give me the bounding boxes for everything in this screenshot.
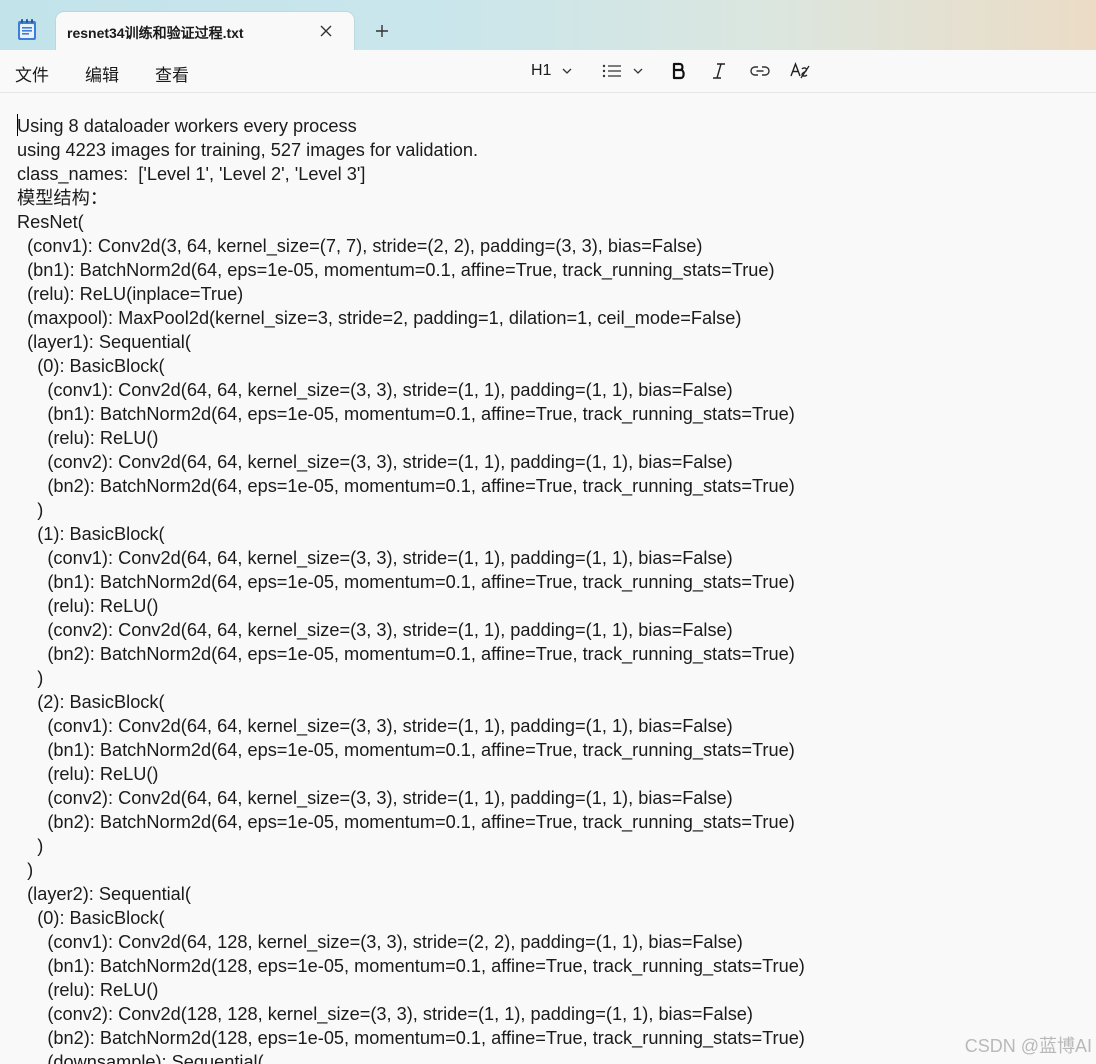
new-tab-button[interactable]	[373, 22, 391, 40]
text-line: (conv1): Conv2d(64, 64, kernel_size=(3, …	[17, 716, 733, 736]
text-line: (conv2): Conv2d(128, 128, kernel_size=(3…	[17, 1004, 753, 1024]
text-line: )	[17, 668, 44, 688]
plus-icon	[376, 25, 388, 37]
text-line: (0): BasicBlock(	[17, 356, 165, 376]
text-line: (bn2): BatchNorm2d(128, eps=1e-05, momen…	[17, 1028, 805, 1048]
text-line: (layer1): Sequential(	[17, 332, 191, 352]
menu-file[interactable]: 文件	[15, 61, 49, 86]
text-line: (relu): ReLU()	[17, 428, 159, 448]
close-icon[interactable]	[318, 23, 334, 39]
document-tab[interactable]: resnet34训练和验证过程.txt	[56, 12, 354, 50]
text-line: (conv2): Conv2d(64, 64, kernel_size=(3, …	[17, 788, 733, 808]
text-line: )	[17, 860, 34, 880]
text-line: (bn1): BatchNorm2d(64, eps=1e-05, moment…	[17, 260, 775, 280]
heading-label: H1	[531, 62, 552, 79]
chevron-down-icon	[633, 68, 643, 74]
clear-formatting-button[interactable]	[789, 60, 811, 82]
text-line: (conv2): Conv2d(64, 64, kernel_size=(3, …	[17, 452, 733, 472]
text-editor[interactable]: Using 8 dataloader workers every process…	[0, 93, 1096, 1064]
italic-button[interactable]	[711, 60, 727, 82]
bold-button[interactable]	[671, 60, 687, 82]
bold-icon	[672, 62, 685, 80]
menu-edit[interactable]: 编辑	[85, 61, 119, 86]
text-line: (relu): ReLU()	[17, 596, 159, 616]
text-line: 模型结构：	[17, 188, 108, 208]
text-line: (relu): ReLU()	[17, 764, 159, 784]
text-line: (conv1): Conv2d(64, 64, kernel_size=(3, …	[17, 380, 733, 400]
list-icon	[602, 64, 621, 78]
text-line: (bn1): BatchNorm2d(64, eps=1e-05, moment…	[17, 404, 795, 424]
text-line: (conv2): Conv2d(64, 64, kernel_size=(3, …	[17, 620, 733, 640]
title-bar: resnet34训练和验证过程.txt	[0, 0, 1096, 50]
clear-formatting-icon	[790, 62, 810, 79]
link-button[interactable]	[750, 60, 770, 82]
text-line: (bn2): BatchNorm2d(64, eps=1e-05, moment…	[17, 644, 795, 664]
menu-bar: 文件 编辑 查看 H1	[0, 50, 1096, 93]
text-line: (bn2): BatchNorm2d(64, eps=1e-05, moment…	[17, 812, 795, 832]
text-line: (bn1): BatchNorm2d(128, eps=1e-05, momen…	[17, 956, 805, 976]
text-line: (conv1): Conv2d(64, 64, kernel_size=(3, …	[17, 548, 733, 568]
text-line: (2): BasicBlock(	[17, 692, 165, 712]
text-line: (0): BasicBlock(	[17, 908, 165, 928]
text-line: (relu): ReLU(inplace=True)	[17, 284, 244, 304]
text-line: (bn1): BatchNorm2d(64, eps=1e-05, moment…	[17, 740, 795, 760]
text-line: (maxpool): MaxPool2d(kernel_size=3, stri…	[17, 308, 742, 328]
text-line: (bn1): BatchNorm2d(64, eps=1e-05, moment…	[17, 572, 795, 592]
text-line: )	[17, 836, 44, 856]
heading-dropdown[interactable]: H1	[531, 60, 573, 82]
text-line: Using 8 dataloader workers every process	[17, 116, 357, 136]
text-line: (1): BasicBlock(	[17, 524, 165, 544]
link-icon	[750, 66, 770, 76]
notepad-icon	[17, 19, 37, 41]
chevron-down-icon	[562, 68, 572, 74]
list-dropdown[interactable]	[602, 60, 644, 82]
tab-title: resnet34训练和验证过程.txt	[67, 25, 244, 41]
menu-view[interactable]: 查看	[155, 61, 189, 86]
text-line: (relu): ReLU()	[17, 980, 159, 1000]
text-line: using 4223 images for training, 527 imag…	[17, 140, 479, 160]
text-line: (layer2): Sequential(	[17, 884, 191, 904]
text-line: (downsample): Sequential(	[17, 1052, 264, 1064]
watermark: CSDN @蓝博AI	[964, 1036, 1092, 1056]
italic-icon	[713, 63, 725, 79]
text-line: (conv1): Conv2d(64, 128, kernel_size=(3,…	[17, 932, 743, 952]
text-line: )	[17, 500, 44, 520]
text-line: (conv1): Conv2d(3, 64, kernel_size=(7, 7…	[17, 236, 703, 256]
text-line: ResNet(	[17, 212, 84, 232]
text-line: (bn2): BatchNorm2d(64, eps=1e-05, moment…	[17, 476, 795, 496]
text-line: class_names: ['Level 1', 'Level 2', 'Lev…	[17, 164, 366, 184]
